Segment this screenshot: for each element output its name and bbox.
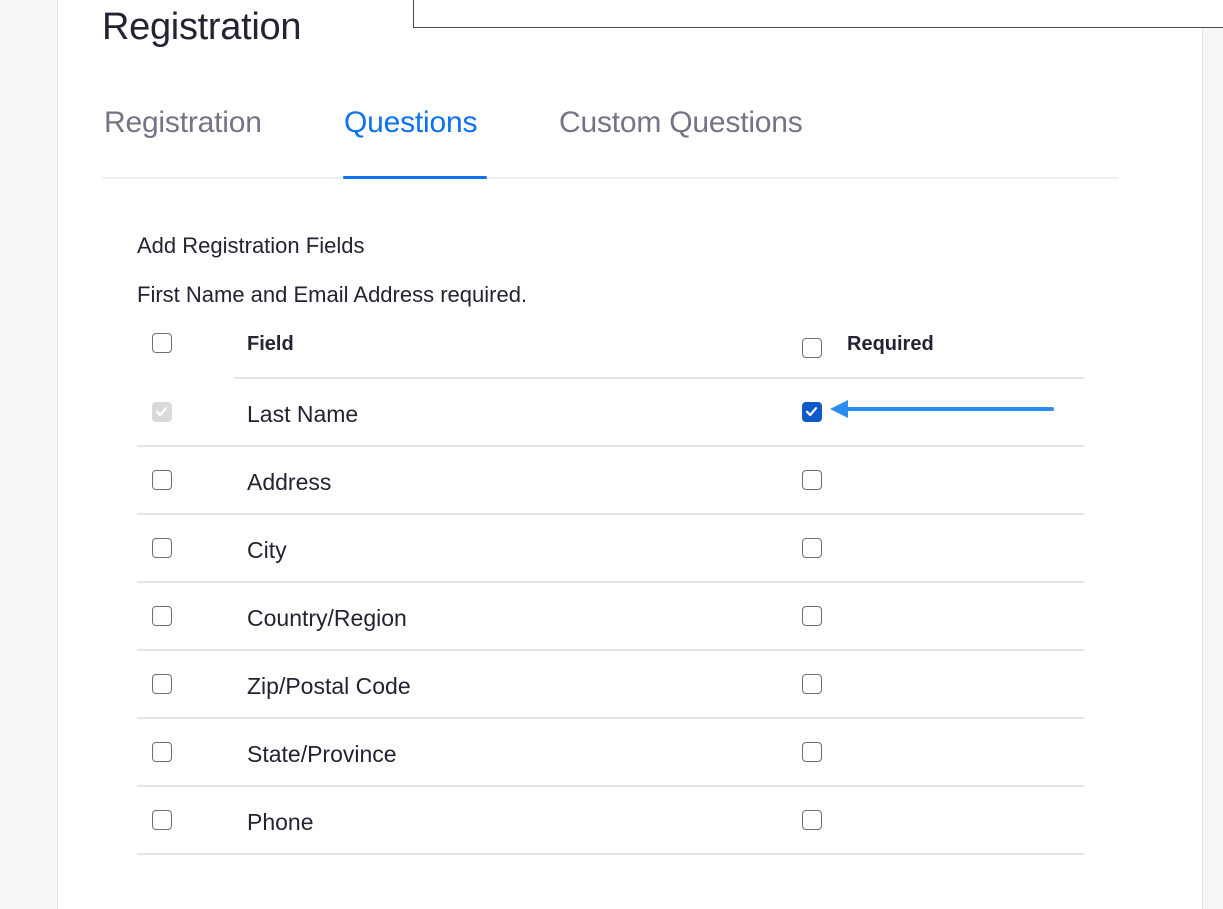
field-required-checkbox[interactable] (802, 538, 822, 558)
tab-bar-divider (102, 177, 1118, 179)
row-divider (137, 853, 1084, 855)
field-required-checkbox[interactable] (802, 402, 822, 422)
tab-bar: Registration Questions Custom Questions (102, 98, 1118, 180)
field-label: City (247, 537, 287, 563)
table-row: Country/Region (137, 583, 1084, 651)
page-title: Registration (102, 6, 302, 48)
table-row: Phone (137, 787, 1084, 855)
tab-questions[interactable]: Questions (344, 106, 477, 140)
check-icon (805, 407, 818, 417)
tab-custom-questions[interactable]: Custom Questions (559, 106, 803, 140)
field-label: State/Province (247, 741, 397, 767)
field-select-checkbox[interactable] (152, 674, 172, 694)
field-required-checkbox[interactable] (802, 606, 822, 626)
top-overlay-box (413, 0, 1223, 28)
field-label: Phone (247, 809, 314, 835)
field-select-checkbox[interactable] (152, 538, 172, 558)
field-select-checkbox (152, 402, 172, 422)
field-select-checkbox[interactable] (152, 606, 172, 626)
section-note: First Name and Email Address required. (137, 282, 528, 307)
field-select-checkbox[interactable] (152, 470, 172, 490)
field-label: Last Name (247, 401, 359, 427)
field-label: Zip/Postal Code (247, 673, 411, 699)
field-required-checkbox[interactable] (802, 674, 822, 694)
tab-registration[interactable]: Registration (104, 106, 262, 140)
select-all-checkbox[interactable] (152, 333, 172, 353)
field-select-checkbox[interactable] (152, 810, 172, 830)
table-row: Zip/Postal Code (137, 651, 1084, 719)
table-row: Address (137, 447, 1084, 515)
field-required-checkbox[interactable] (802, 810, 822, 830)
field-label: Country/Region (247, 605, 407, 631)
column-header-field: Field (247, 333, 294, 355)
check-icon (155, 407, 168, 417)
require-all-checkbox[interactable] (802, 338, 822, 358)
field-required-checkbox[interactable] (802, 470, 822, 490)
column-header-required: Required (847, 333, 934, 355)
field-required-checkbox[interactable] (802, 742, 822, 762)
section-heading: Add Registration Fields (137, 233, 365, 258)
field-select-checkbox[interactable] (152, 742, 172, 762)
table-row: City (137, 515, 1084, 583)
table-row: State/Province (137, 719, 1084, 787)
active-tab-indicator (343, 176, 487, 179)
field-label: Address (247, 469, 332, 495)
annotation-arrow-icon (830, 400, 1054, 418)
